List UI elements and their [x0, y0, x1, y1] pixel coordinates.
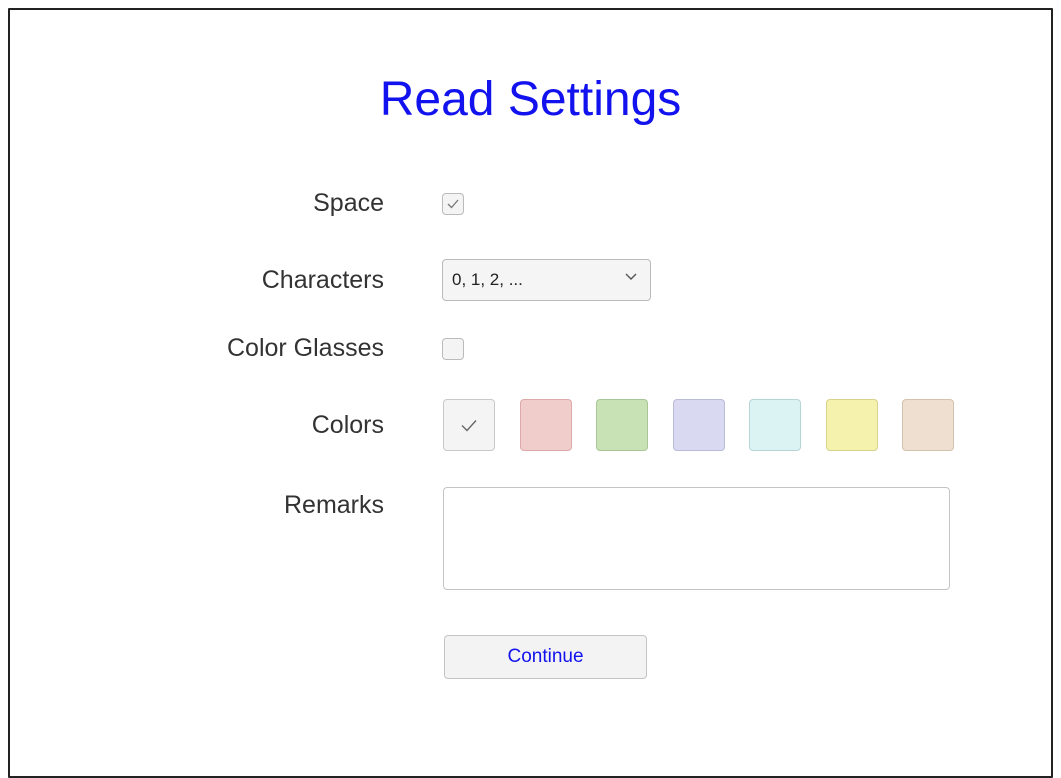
color-swatch[interactable]	[443, 399, 495, 451]
color-swatch[interactable]	[826, 399, 878, 451]
checkmark-icon	[461, 419, 477, 432]
color-swatch[interactable]	[596, 399, 648, 451]
color-swatch[interactable]	[673, 399, 725, 451]
space-checkbox[interactable]	[442, 193, 464, 215]
characters-select[interactable]: 0, 1, 2, ...	[442, 259, 651, 301]
space-label: Space	[313, 189, 384, 217]
page-title: Read Settings	[379, 73, 682, 126]
color-glasses-checkbox[interactable]	[442, 338, 464, 360]
color-glasses-label: Color Glasses	[227, 334, 384, 362]
chevron-down-icon	[625, 273, 637, 280]
colors-label: Colors	[311, 411, 384, 439]
continue-button[interactable]: Continue	[444, 635, 647, 679]
characters-selected-value: 0, 1, 2, ...	[452, 270, 523, 289]
color-swatch[interactable]	[902, 399, 954, 451]
color-swatch[interactable]	[520, 399, 572, 451]
remarks-label: Remarks	[283, 491, 384, 519]
color-swatch[interactable]	[749, 399, 801, 451]
remarks-textarea[interactable]	[443, 487, 950, 590]
checkmark-icon	[447, 199, 459, 209]
characters-label: Characters	[261, 266, 384, 294]
